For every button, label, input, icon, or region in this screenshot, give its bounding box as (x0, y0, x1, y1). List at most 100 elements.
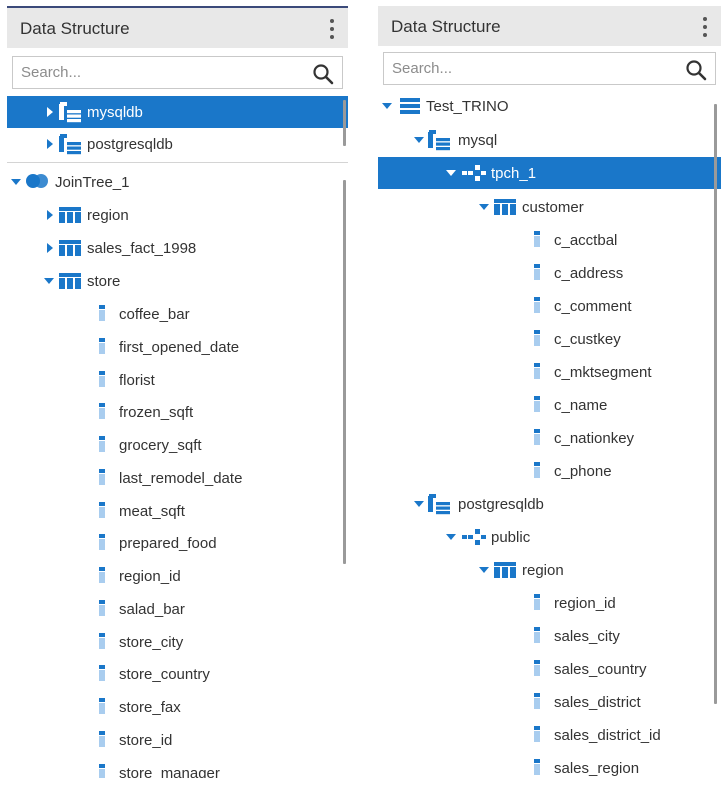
tree-item-column[interactable]: meat_sqft (7, 495, 348, 527)
collapse-caret-icon[interactable] (479, 567, 489, 573)
tree-item-test-trino[interactable]: Test_TRINO (378, 90, 721, 122)
tree-item-public[interactable]: public (378, 521, 721, 553)
tree-item-label: florist (119, 372, 155, 389)
column-icon (99, 403, 105, 424)
tree-item-label: first_opened_date (119, 339, 240, 356)
tree-item-jointree[interactable]: JoinTree_1 (7, 166, 348, 198)
kebab-menu-icon (703, 17, 707, 21)
tree-item-label: store (87, 273, 121, 290)
search-box (383, 52, 716, 85)
collapse-caret-icon[interactable] (414, 137, 424, 143)
tree-item-tpch-1[interactable]: tpch_1 (378, 157, 721, 189)
tree-item-label: region_id (554, 595, 616, 612)
tree-item-column[interactable]: c_nationkey (378, 422, 721, 454)
tree-item-column[interactable]: c_comment (378, 290, 721, 322)
column-icon (99, 665, 105, 686)
column-icon (534, 693, 540, 714)
panel-menu-button[interactable] (322, 16, 342, 42)
tree-item-column[interactable]: sales_country (378, 653, 721, 685)
tree-item-label: c_address (554, 265, 624, 282)
tree-item-column[interactable]: c_acctbal (378, 224, 721, 256)
tree-item-column[interactable]: c_mktsegment (378, 356, 721, 388)
tree-item-column[interactable]: c_phone (378, 455, 721, 487)
expand-caret-icon[interactable] (47, 139, 53, 149)
jointree-icon (25, 173, 49, 194)
tree-item-column[interactable]: last_remodel_date (7, 462, 348, 494)
tree-item-label: c_mktsegment (554, 364, 652, 381)
tree-item-sales-fact-1998[interactable]: sales_fact_1998 (7, 232, 348, 264)
tree-item-label: mysqldb (87, 104, 143, 121)
search-input[interactable] (13, 57, 342, 88)
panel-header: Data Structure (378, 6, 721, 46)
sources-scrollbar[interactable] (343, 100, 346, 146)
tree-item-column[interactable]: coffee_bar (7, 298, 348, 330)
tree-item-column[interactable]: sales_city (378, 620, 721, 652)
tree-item-region[interactable]: region (378, 554, 721, 586)
column-icon (534, 627, 540, 648)
tree-item-column[interactable]: c_custkey (378, 323, 721, 355)
tree-item-label: sales_country (554, 661, 647, 678)
search-icon[interactable] (312, 63, 334, 85)
collapse-caret-icon[interactable] (11, 179, 21, 185)
tree-item-label: region_id (119, 568, 181, 585)
tree-item-column[interactable]: store_fax (7, 691, 348, 723)
column-icon (534, 462, 540, 483)
tree-item-column[interactable]: florist (7, 364, 348, 396)
panel-header: Data Structure (7, 8, 348, 48)
collapse-caret-icon[interactable] (446, 534, 456, 540)
tree-item-column[interactable]: region_id (378, 587, 721, 619)
tree-item-customer[interactable]: customer (378, 191, 721, 223)
tree-item-column[interactable]: sales_region (378, 752, 721, 778)
tree-item-label: sales_region (554, 760, 640, 777)
column-icon (99, 436, 105, 457)
tree-item-label: store_city (119, 634, 184, 651)
kebab-menu-icon (330, 19, 334, 23)
tree-item-column[interactable]: store_manager (7, 757, 348, 778)
collapse-caret-icon[interactable] (479, 204, 489, 210)
column-icon (534, 297, 540, 318)
column-icon (99, 600, 105, 621)
tree-scrollbar[interactable] (714, 104, 717, 704)
tree-item-column[interactable]: sales_district_id (378, 719, 721, 751)
tree-item-column[interactable]: region_id (7, 560, 348, 592)
expand-caret-icon[interactable] (47, 210, 53, 220)
collapse-caret-icon[interactable] (414, 501, 424, 507)
expand-caret-icon[interactable] (47, 243, 53, 253)
tree-item-region[interactable]: region (7, 199, 348, 231)
tree-item-column[interactable]: prepared_food (7, 527, 348, 559)
tree-item-postgresqldb[interactable]: postgresqldb (378, 488, 721, 520)
divider (7, 162, 348, 163)
tree-item-column[interactable]: c_name (378, 389, 721, 421)
tree-item-mysqldb[interactable]: mysqldb (7, 96, 348, 128)
tree-item-label: salad_bar (119, 601, 185, 618)
tree-item-column[interactable]: grocery_sqft (7, 429, 348, 461)
database-icon (59, 102, 83, 129)
tree-item-column[interactable]: store_city (7, 626, 348, 658)
tree-item-label: mysql (458, 132, 498, 149)
tree-item-mysql[interactable]: mysql (378, 124, 721, 156)
tree-item-column[interactable]: c_address (378, 257, 721, 289)
search-icon[interactable] (685, 59, 707, 81)
collapse-caret-icon[interactable] (382, 103, 392, 109)
tree-item-column[interactable]: store_id (7, 724, 348, 756)
search-input[interactable] (384, 53, 715, 84)
right-data-structure-panel: Data Structure Test_TRINO mysql tpch_ (378, 6, 721, 778)
column-icon (99, 534, 105, 555)
tree-item-label: region (87, 207, 129, 224)
collapse-caret-icon[interactable] (446, 170, 456, 176)
tree-item-postgresqldb[interactable]: postgresqldb (7, 128, 348, 160)
expand-caret-icon[interactable] (47, 107, 53, 117)
collapse-caret-icon[interactable] (44, 278, 54, 284)
tree-item-column[interactable]: first_opened_date (7, 331, 348, 363)
panel-title: Data Structure (20, 19, 130, 38)
tree-item-column[interactable]: sales_district (378, 686, 721, 718)
tree-item-label: c_comment (554, 298, 632, 315)
tree-item-column[interactable]: store_country (7, 658, 348, 690)
column-icon (99, 371, 105, 392)
tree-item-store[interactable]: store (7, 265, 348, 297)
tree-scrollbar[interactable] (343, 180, 346, 564)
panel-menu-button[interactable] (695, 14, 715, 40)
tree-item-label: coffee_bar (119, 306, 190, 323)
tree-item-column[interactable]: salad_bar (7, 593, 348, 625)
tree-item-column[interactable]: frozen_sqft (7, 396, 348, 428)
